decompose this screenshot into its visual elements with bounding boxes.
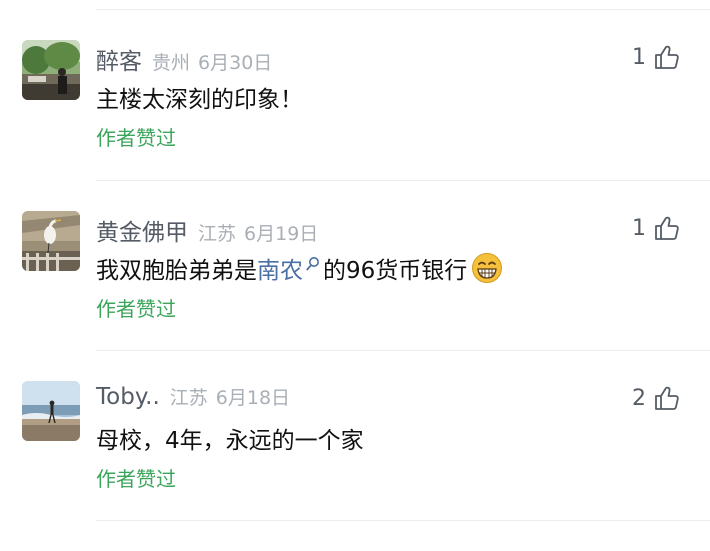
commenter-location: 江苏 [198,223,237,245]
commenter-location: 江苏 [169,387,208,409]
comment-meta: 醉客 贵州 6月30日 [96,42,272,76]
avatar-photo-beach-person-icon [22,381,80,441]
author-liked-label: 作者赞过 [96,467,176,491]
comment-item: 黄金佛甲 江苏 6月19日 我双胞胎弟弟是 南农 的96货币银行 作者赞过 1 [0,211,710,381]
like-button[interactable]: 2 [632,385,680,411]
avatar[interactable] [22,381,80,441]
comment-meta: Toby.. 江苏 6月18日 [96,383,290,410]
comment-text-part: 我双胞胎弟弟是 [96,258,257,284]
comment-text: 母校，4年，永远的一个家 [96,428,364,454]
search-icon[interactable] [305,256,321,272]
divider [96,9,710,10]
author-liked-label: 作者赞过 [96,126,176,150]
thumbs-up-icon [655,386,679,410]
commenter-location: 贵州 [152,52,191,74]
avatar-photo-trees-person-icon [22,40,80,100]
like-count: 1 [632,215,646,241]
search-link[interactable]: 南农 [257,251,303,285]
grinning-emoji-icon [471,252,503,284]
comment-date: 6月19日 [244,223,319,245]
thumbs-up-icon [655,216,679,240]
comment-meta: 黄金佛甲 江苏 6月19日 [96,213,318,247]
thumbs-up-icon [655,45,679,69]
divider [96,180,710,181]
comment-item: 醉客 贵州 6月30日 主楼太深刻的印象！ 作者赞过 1 [0,40,710,210]
avatar[interactable] [22,211,80,271]
commenter-name[interactable]: 黄金佛甲 [96,213,188,247]
avatar[interactable] [22,40,80,100]
like-button[interactable]: 1 [632,215,680,241]
comment-item: Toby.. 江苏 6月18日 母校，4年，永远的一个家 作者赞过 2 [0,381,710,551]
commenter-name[interactable]: Toby.. [96,384,160,410]
comment-text-part: 的96货币银行 [323,258,468,284]
author-liked-label: 作者赞过 [96,297,176,321]
divider [96,520,710,521]
avatar-photo-heron-icon [22,211,80,271]
comment-date: 6月30日 [198,52,273,74]
commenter-name[interactable]: 醉客 [96,42,142,76]
divider [96,350,710,351]
like-button[interactable]: 1 [632,44,680,70]
comment-date: 6月18日 [215,387,291,409]
like-count: 2 [632,385,646,411]
comment-text: 我双胞胎弟弟是 南农 的96货币银行 [96,251,503,285]
like-count: 1 [632,44,646,70]
comment-text: 主楼太深刻的印象！ [96,87,303,113]
